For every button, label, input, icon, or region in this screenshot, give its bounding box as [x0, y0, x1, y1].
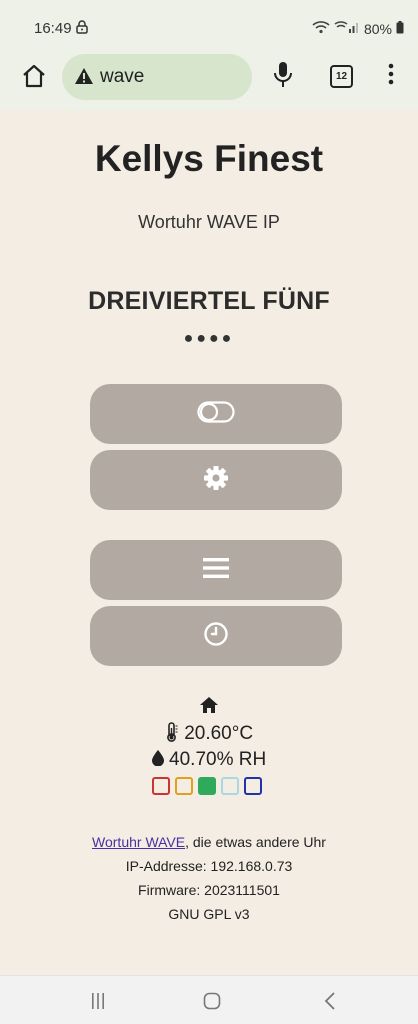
color-swatch[interactable]: [175, 777, 193, 795]
gear-icon: [203, 465, 229, 496]
back-icon[interactable]: [324, 992, 336, 1015]
page-title: Kellys Finest: [94, 138, 324, 179]
more-menu-icon[interactable]: [388, 62, 394, 91]
status-indicators: 80%: [312, 20, 404, 38]
wortuhr-link[interactable]: Wortuhr WAVE: [92, 834, 185, 850]
humidity-row: 40.70% RH: [0, 749, 418, 771]
mic-icon[interactable]: [272, 60, 294, 95]
lock-icon: [76, 20, 88, 38]
signal-icon: [334, 20, 360, 38]
address-bar[interactable]: wave: [62, 54, 252, 100]
wifi-icon: [312, 20, 330, 38]
battery-level: 80%: [363, 21, 392, 37]
humidity-value: 40.70% RH: [169, 749, 267, 770]
footer-firmware: Firmware: 2023111501: [138, 882, 280, 898]
settings-button[interactable]: [90, 450, 342, 510]
thermometer-icon: [165, 722, 184, 744]
temperature-row: 20.60°C: [0, 722, 418, 745]
status-bar: 16:49 80%: [0, 0, 418, 44]
color-swatch[interactable]: [198, 777, 216, 795]
menu-icon: [203, 557, 229, 584]
system-nav-bar: [0, 975, 418, 1024]
battery-icon: [396, 20, 404, 38]
clock-icon: [203, 621, 229, 652]
toggle-button[interactable]: [90, 384, 342, 444]
temperature-value: 20.60°C: [184, 723, 254, 744]
clock-time-words: DREIVIERTEL FÜNF: [88, 287, 330, 315]
droplet-icon: [151, 749, 169, 770]
status-time: 16:49: [34, 20, 72, 37]
minute-dots: ●●●●: [183, 330, 235, 347]
color-swatches: [152, 777, 262, 795]
page-subtitle: Wortuhr WAVE IP: [138, 212, 280, 232]
browser-toolbar: wave 12: [0, 44, 418, 110]
clock-button[interactable]: [90, 606, 342, 666]
footer-license: GNU GPL v3: [168, 906, 250, 922]
home-icon[interactable]: [20, 62, 48, 90]
color-swatch[interactable]: [152, 777, 170, 795]
url-text[interactable]: wave: [100, 66, 144, 88]
footer-about: Wortuhr WAVE, die etwas andere Uhr: [0, 834, 418, 850]
house-icon: [199, 696, 219, 719]
menu-button[interactable]: [90, 540, 342, 600]
footer-ip: IP-Addresse: 192.168.0.73: [125, 858, 293, 874]
toggle-icon: [197, 400, 235, 428]
color-swatch[interactable]: [221, 777, 239, 795]
warning-icon[interactable]: [74, 67, 94, 90]
recents-icon[interactable]: [90, 992, 106, 1015]
color-swatch[interactable]: [244, 777, 262, 795]
tab-switcher-button[interactable]: 12: [330, 65, 353, 88]
nav-home-icon[interactable]: [203, 992, 221, 1015]
footer-about-suffix: , die etwas andere Uhr: [185, 834, 326, 850]
